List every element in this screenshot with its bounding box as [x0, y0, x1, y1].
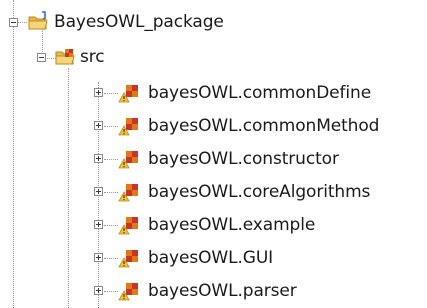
- src-folder-label: src: [80, 47, 105, 67]
- source-folder-package-icon: [55, 49, 75, 65]
- java-project-folder-icon: [28, 11, 48, 30]
- tree-connector-root: [13, 0, 14, 308]
- package-warning-icon: [118, 85, 138, 103]
- package-label: bayesOWL.coreAlgorithms: [148, 182, 371, 202]
- package-explorer-tree: BayesOWL_package src bayesOWL.commonDefi…: [0, 0, 427, 308]
- expand-toggle-icon[interactable]: [94, 187, 103, 196]
- tree-node-package[interactable]: bayesOWL.parser: [88, 277, 418, 305]
- package-label: bayesOWL.commonMethod: [148, 116, 380, 136]
- expand-toggle-icon[interactable]: [94, 253, 103, 262]
- expand-toggle-icon[interactable]: [94, 220, 103, 229]
- tree-node-package[interactable]: bayesOWL.coreAlgorithms: [88, 178, 418, 206]
- collapse-toggle-icon[interactable]: [37, 53, 46, 62]
- package-warning-icon: [118, 151, 138, 169]
- package-label: bayesOWL.constructor: [148, 149, 339, 169]
- project-label: BayesOWL_package: [54, 12, 224, 32]
- package-label: bayesOWL.commonDefine: [148, 83, 372, 103]
- tree-node-package[interactable]: bayesOWL.commonMethod: [88, 112, 418, 140]
- tree-node-src[interactable]: src: [28, 44, 148, 72]
- package-warning-icon: [118, 250, 138, 268]
- tree-node-package[interactable]: bayesOWL.example: [88, 211, 418, 239]
- package-label: bayesOWL.GUI: [148, 248, 274, 268]
- tree-connector-packages: [68, 68, 69, 308]
- package-warning-icon: [118, 118, 138, 136]
- package-warning-icon: [118, 184, 138, 202]
- tree-node-package[interactable]: bayesOWL.constructor: [88, 145, 418, 173]
- collapse-toggle-icon[interactable]: [9, 18, 18, 27]
- expand-toggle-icon[interactable]: [94, 286, 103, 295]
- package-warning-icon: [118, 217, 138, 235]
- package-label: bayesOWL.example: [148, 215, 316, 235]
- tree-node-package[interactable]: bayesOWL.commonDefine: [88, 79, 418, 107]
- expand-toggle-icon[interactable]: [94, 154, 103, 163]
- package-warning-icon: [118, 283, 138, 301]
- package-label: bayesOWL.parser: [148, 281, 297, 301]
- tree-node-project[interactable]: BayesOWL_package: [0, 8, 240, 36]
- expand-toggle-icon[interactable]: [94, 88, 103, 97]
- expand-toggle-icon[interactable]: [94, 121, 103, 130]
- tree-node-package[interactable]: bayesOWL.GUI: [88, 244, 418, 272]
